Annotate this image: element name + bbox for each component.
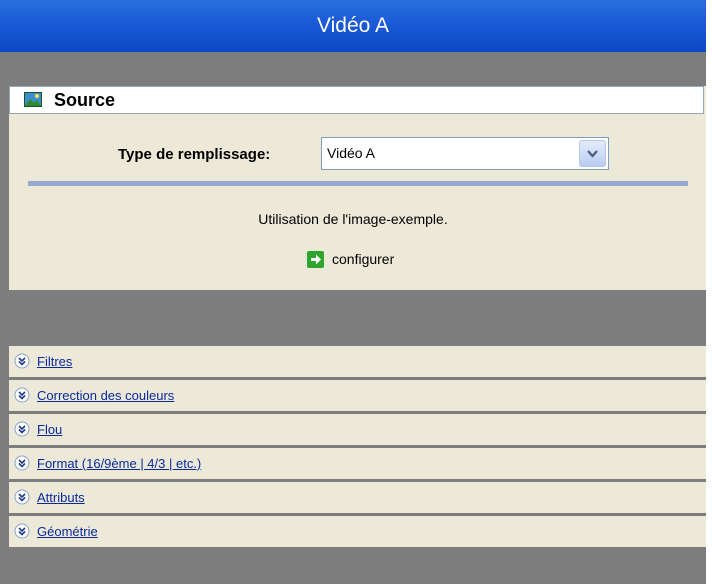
expand-chevron-icon (14, 421, 30, 437)
expand-chevron-icon (14, 387, 30, 403)
dropdown-button[interactable] (579, 140, 606, 167)
expand-chevron-icon (14, 523, 30, 539)
expand-chevron-icon (14, 353, 30, 369)
info-text: Utilisation de l'image-exemple. (258, 211, 448, 227)
section-filtres[interactable]: Filtres (9, 346, 706, 380)
section-attributs[interactable]: Attributs (9, 482, 706, 516)
fill-type-value: Vidéo A (327, 145, 376, 161)
sections-list: Filtres Correction des couleurs Flou For… (9, 346, 706, 550)
image-icon (24, 92, 42, 107)
configure-link[interactable]: configurer (307, 249, 394, 269)
section-format[interactable]: Format (16/9ème | 4/3 | etc.) (9, 448, 706, 482)
fill-type-select[interactable]: Vidéo A (321, 137, 609, 170)
expand-chevron-icon (14, 489, 30, 505)
section-flou[interactable]: Flou (9, 414, 706, 448)
fill-type-label: Type de remplissage: (118, 146, 271, 163)
arrow-right-icon (307, 250, 324, 268)
section-correction-couleurs[interactable]: Correction des couleurs (9, 380, 706, 414)
section-label: Flou (37, 422, 63, 437)
divider (28, 181, 688, 186)
configure-label: configurer (332, 251, 395, 267)
title-bar: Vidéo A (0, 0, 706, 52)
section-geometrie[interactable]: Géométrie (9, 516, 706, 550)
section-label: Correction des couleurs (37, 388, 175, 403)
source-header[interactable]: Source (9, 86, 704, 114)
source-title: Source (54, 90, 116, 110)
app-window: Vidéo A Source Type de remplissage: Vidé… (0, 0, 712, 584)
section-label: Filtres (37, 354, 73, 369)
section-label: Format (16/9ème | 4/3 | etc.) (37, 456, 202, 471)
section-label: Attributs (37, 490, 85, 505)
section-label: Géométrie (37, 524, 98, 539)
chevron-down-icon (587, 150, 598, 158)
window-edge (706, 0, 712, 584)
expand-chevron-icon (14, 455, 30, 471)
